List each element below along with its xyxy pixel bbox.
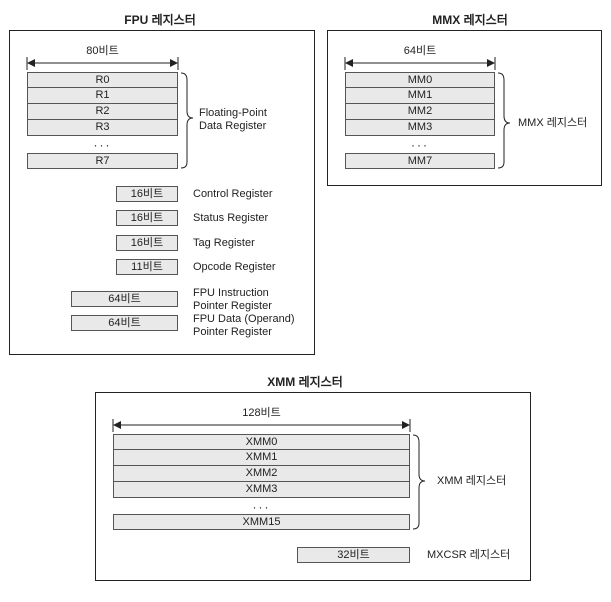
xmm-brace <box>412 434 426 530</box>
fpu-brace <box>180 72 194 169</box>
mmx-brace <box>497 72 511 169</box>
connector-overlay <box>26 57 511 530</box>
